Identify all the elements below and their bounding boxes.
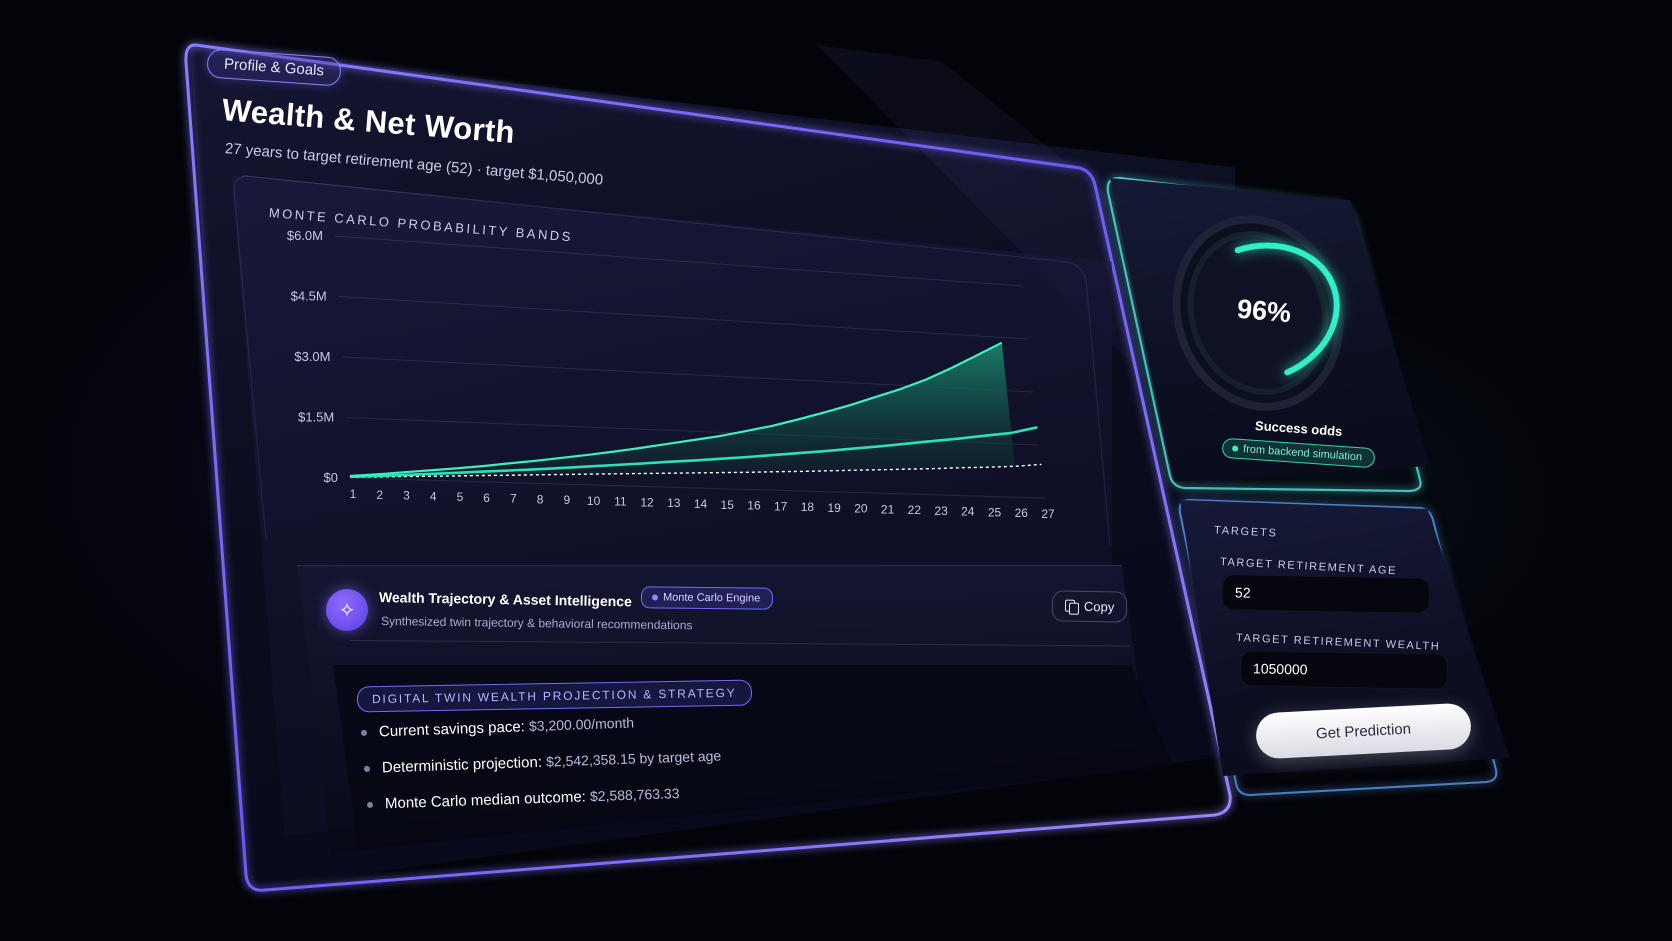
success-percent: 96% <box>1235 293 1293 329</box>
badge-dot-icon <box>1231 445 1239 452</box>
target-wealth-input[interactable] <box>1239 650 1449 690</box>
stage: Profile & Goals Wealth & Net Worth 27 ye… <box>0 0 1672 941</box>
target-age-input[interactable] <box>1221 574 1431 614</box>
simulation-badge-label: from backend simulation <box>1242 443 1363 464</box>
success-gauge <box>1172 215 1344 411</box>
